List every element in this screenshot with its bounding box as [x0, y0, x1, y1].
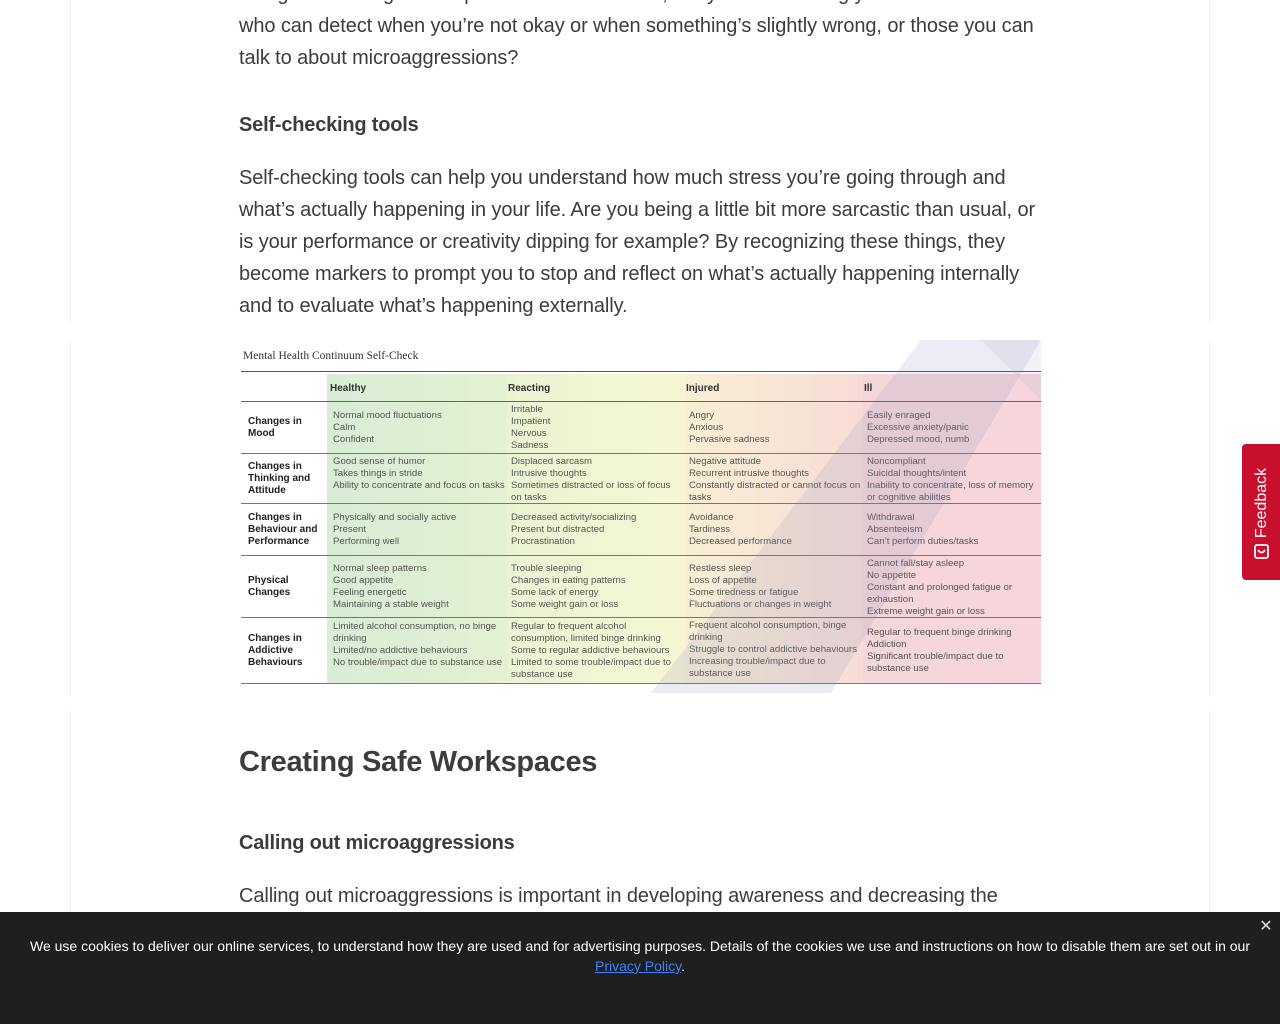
creating-safe-workspaces-heading: Creating Safe Workspaces [239, 746, 598, 778]
continuum-arrow-watermark [651, 340, 1041, 693]
feedback-label: Feedback [1253, 467, 1270, 539]
cookie-message: We use cookies to deliver our online ser… [30, 936, 1250, 976]
page: that good existing that helps form each … [0, 0, 1280, 1024]
privacy-policy-link[interactable]: Privacy Policy [595, 958, 681, 974]
cookie-banner: ✕ We use cookies to deliver our online s… [0, 912, 1280, 1024]
mental-health-continuum-figure: Mental Health Continuum Self-Check Healt… [241, 340, 1041, 693]
cookie-text: We use cookies to deliver our online ser… [30, 938, 1250, 954]
calling-out-paragraph: Calling out microaggressions is importan… [239, 885, 998, 907]
feedback-tab-button[interactable]: Feedback [1242, 444, 1280, 580]
self-checking-paragraph: Self-checking tools can help you underst… [239, 167, 1036, 317]
intro-paragraph: that good existing that helps form each … [239, 0, 1034, 69]
calling-out-heading: Calling out microaggressions [239, 832, 515, 854]
self-checking-heading: Self-checking tools [239, 114, 419, 136]
feedback-icon [1254, 544, 1269, 559]
cookie-suffix: . [681, 958, 685, 974]
close-icon[interactable]: ✕ [1256, 917, 1276, 937]
